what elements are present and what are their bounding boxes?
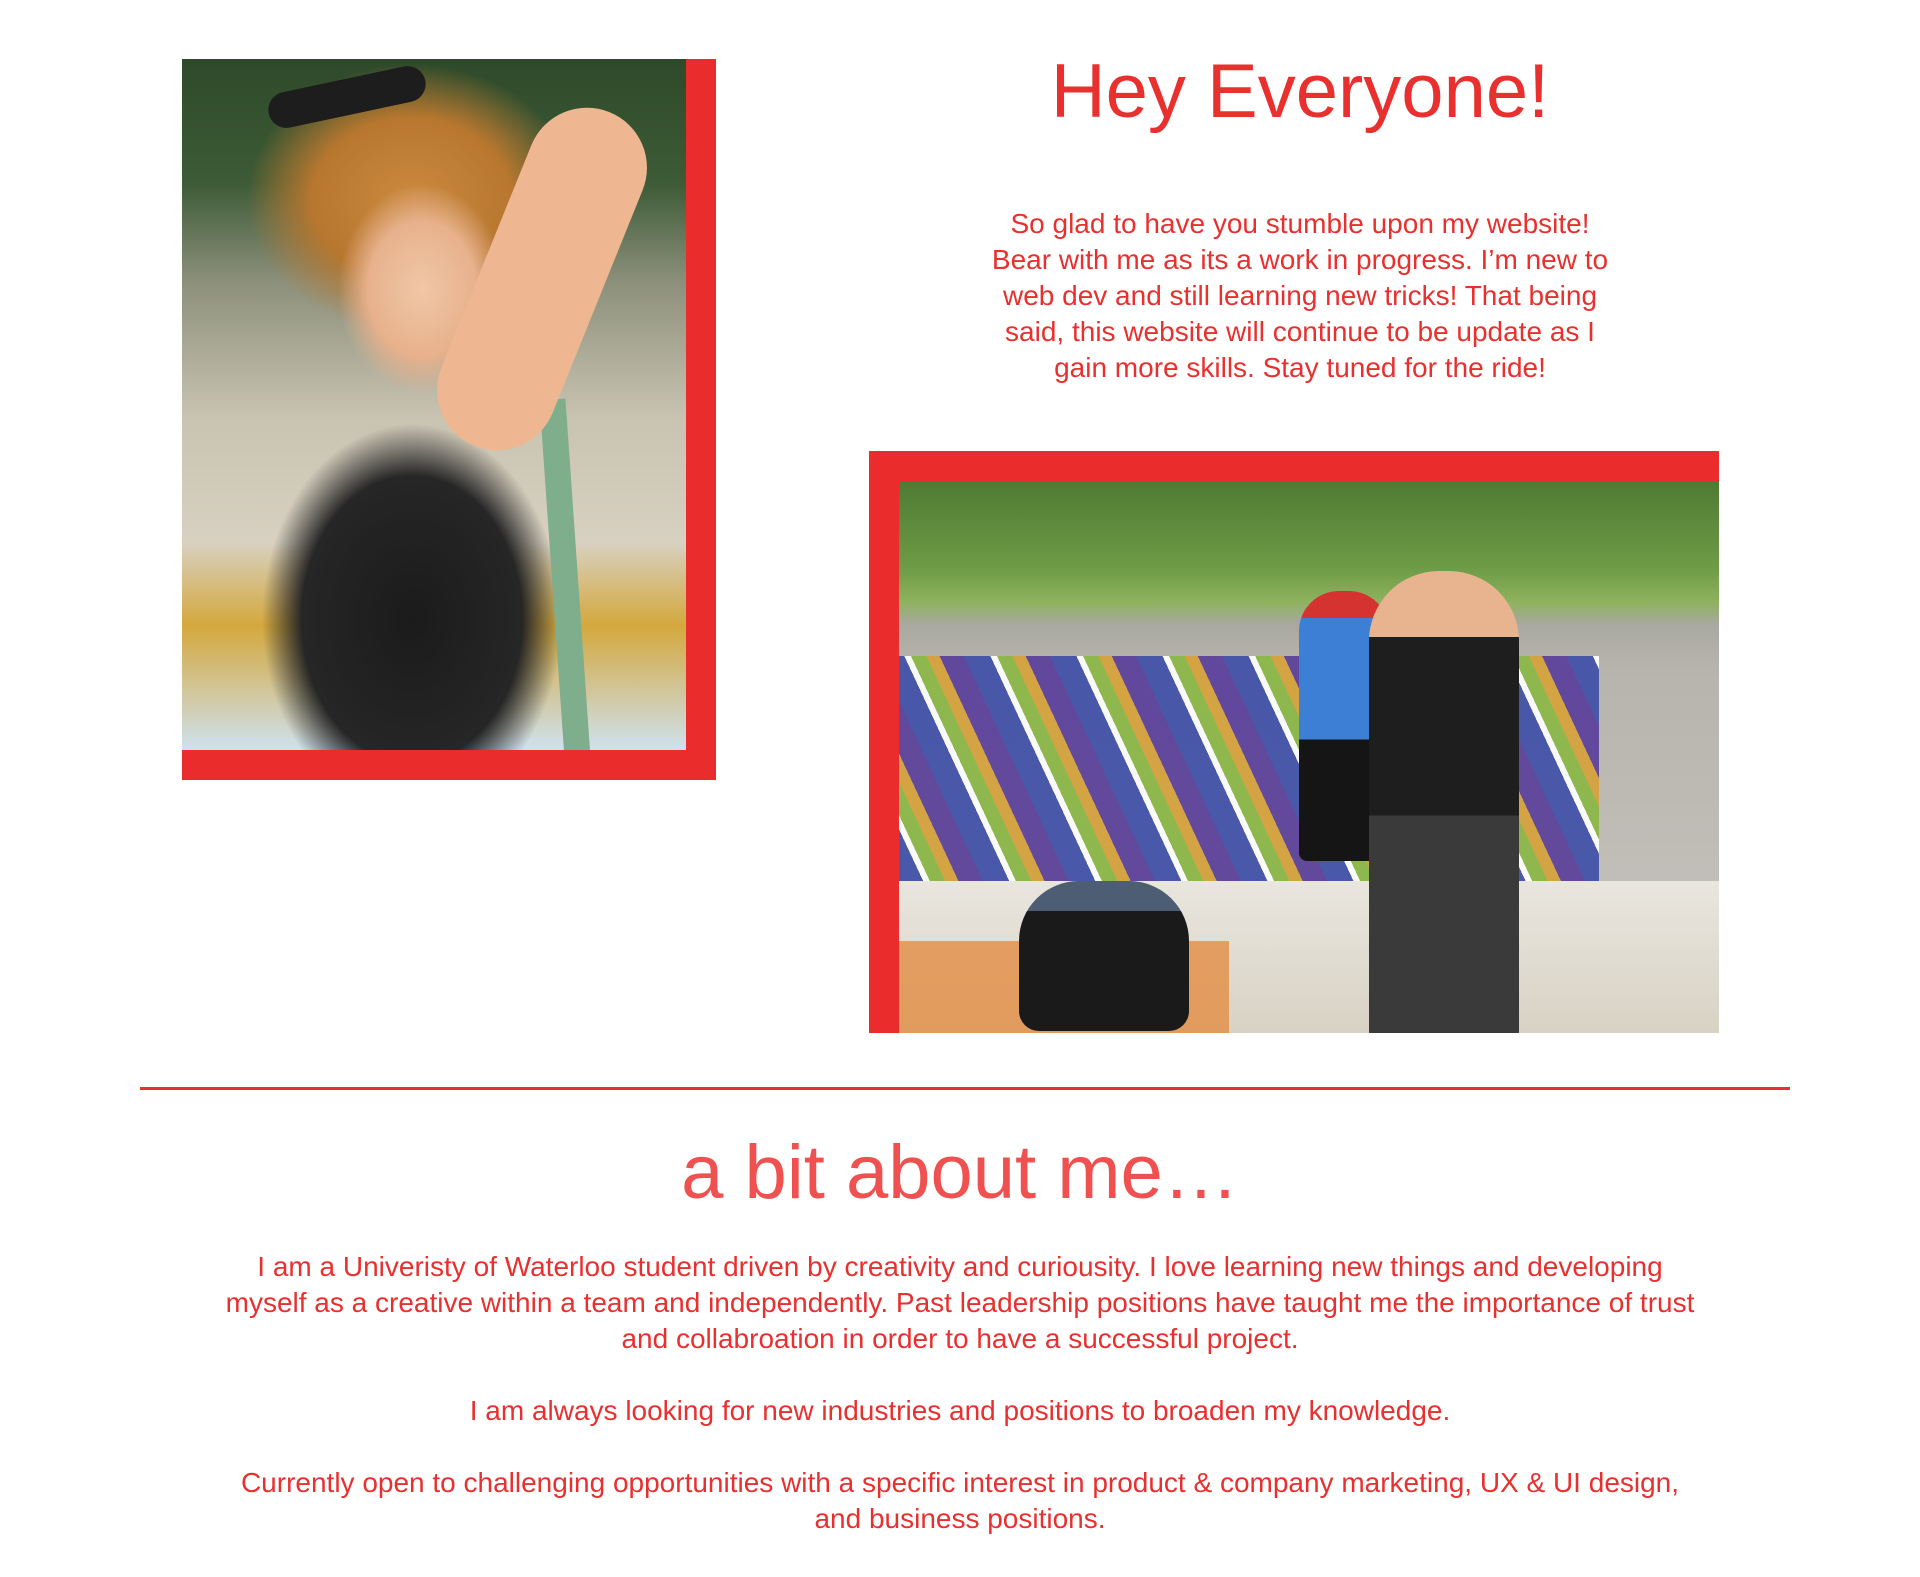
- hero-title: Hey Everyone!: [1050, 49, 1550, 134]
- intro-line: web dev and still learning new tricks! T…: [1002, 280, 1598, 311]
- about-line: I am a Univeristy of Waterloo student dr…: [257, 1251, 1663, 1282]
- intro-line: gain more skills. Stay tuned for the rid…: [1054, 352, 1546, 383]
- intro-line: So glad to have you stumble upon my webs…: [1010, 208, 1590, 239]
- raised-arm-shape: [418, 89, 666, 469]
- portrait-photo-frame: [182, 59, 716, 780]
- skatepark-photo-frame: [869, 451, 1719, 1033]
- about-line: and business positions.: [814, 1503, 1106, 1534]
- about-line: myself as a creative within a team and i…: [225, 1287, 1695, 1318]
- about-text: I am a Univeristy of Waterloo student dr…: [160, 1249, 1760, 1573]
- about-line: and collabroation in order to have a suc…: [621, 1323, 1299, 1354]
- intro-line: Bear with me as its a work in progress. …: [991, 244, 1609, 275]
- about-line: I am always looking for new industries a…: [469, 1395, 1451, 1426]
- sunglasses-shape: [265, 62, 429, 132]
- about-title: a bit about me…: [681, 1130, 1239, 1215]
- portrait-photo: [182, 59, 686, 750]
- skatepark-photo: [899, 481, 1719, 1033]
- section-divider: [140, 1087, 1790, 1090]
- crouching-painter-figure: [1019, 881, 1189, 1031]
- about-paragraph: I am a Univeristy of Waterloo student dr…: [160, 1249, 1760, 1357]
- about-paragraph: I am always looking for new industries a…: [160, 1393, 1760, 1429]
- photographer-figure: [1369, 571, 1519, 1033]
- about-paragraph: Currently open to challenging opportunit…: [160, 1465, 1760, 1537]
- about-line: Currently open to challenging opportunit…: [240, 1467, 1680, 1498]
- intro-text: So glad to have you stumble upon my webs…: [930, 206, 1670, 386]
- intro-line: said, this website will continue to be u…: [1005, 316, 1595, 347]
- paint-pole-shape: [539, 398, 591, 750]
